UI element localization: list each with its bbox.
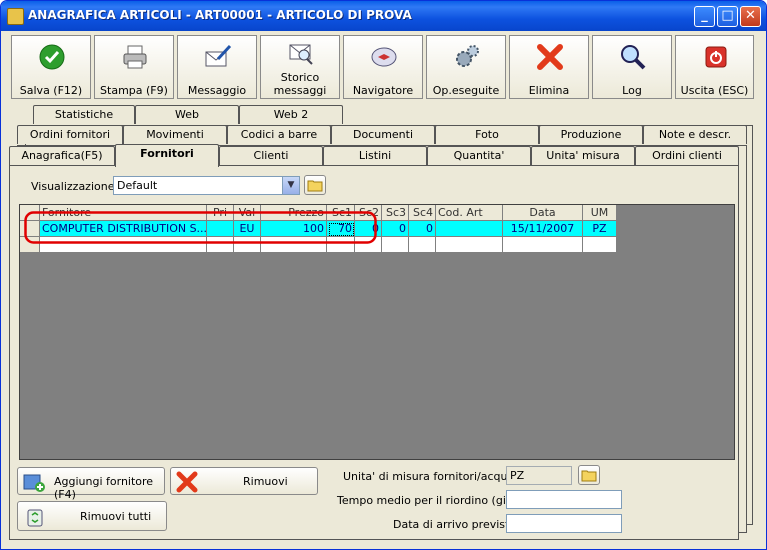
grid-cell[interactable]: 0 [409,221,436,237]
grid-cell[interactable]: 15/11/2007 [503,221,583,237]
printer-icon [123,45,147,69]
tab-produzione[interactable]: Produzione [539,125,643,144]
messaggio-label: Messaggio [187,84,247,97]
folder-icon [307,180,323,192]
maximize-icon: □ [721,8,734,23]
tab-note-e-descr[interactable]: Note e descr. [643,125,747,144]
power-icon [705,46,727,68]
envelope-search-icon [289,44,313,65]
tab-ordini-fornitori[interactable]: Ordini fornitori [17,125,123,144]
grid-cell-empty[interactable] [436,237,503,253]
magnifier-icon [621,45,646,70]
tab-listini[interactable]: Listini [323,146,427,165]
navigatore-label: Navigatore [352,84,414,97]
grid-cell-empty[interactable] [382,237,409,253]
visualizzazione-label: Visualizzazione : [31,180,122,193]
tab-quantita[interactable]: Quantita' [427,146,531,165]
grid-cell-empty[interactable] [583,237,617,253]
column-header[interactable]: Sc3 [382,205,409,221]
row-annotation-outline [24,211,377,244]
window-title: ANAGRAFICA ARTICOLI - ART00001 - ARTICOL… [28,8,412,22]
column-header[interactable]: UM [583,205,617,221]
rimuovi-tutti-label: Rimuovi tutti [80,510,152,523]
storico-messaggi-button[interactable]: Storico messaggi [260,35,340,99]
remove-x-icon [176,471,198,493]
op-eseguite-button[interactable]: Op.eseguite [426,35,506,99]
maximize-button[interactable]: □ [717,6,738,27]
check-icon [39,44,65,70]
column-header[interactable]: Data [503,205,583,221]
stampa-button[interactable]: Stampa (F9) [94,35,174,99]
aggiungi-fornitore-button[interactable]: Aggiungi fornitore (F4) [17,467,165,501]
close-button[interactable]: ✕ [740,6,761,27]
visualizzazione-select[interactable]: Default ▼ [113,176,300,195]
rimuovi-tutti-button[interactable]: Rimuovi tutti [17,501,167,531]
visualizzazione-value: Default [117,179,158,192]
delete-x-icon [537,44,563,70]
envelope-pen-icon [205,44,232,67]
grid-cell[interactable] [436,221,503,237]
elimina-button[interactable]: Elimina [509,35,589,99]
uscita-label: Uscita (ESC) [680,84,749,97]
data-arrivo-label: Data di arrivo prevista : [393,518,524,531]
aggiungi-fornitore-label: Aggiungi fornitore (F4) [54,475,154,501]
rimuovi-label: Rimuovi [243,475,288,488]
rimuovi-button[interactable]: Rimuovi [170,467,318,495]
tab-fornitori[interactable]: Fornitori [115,144,219,167]
storico-label: Storico messaggi [261,71,339,97]
tab-clienti[interactable]: Clienti [219,146,323,165]
data-arrivo-field[interactable] [506,514,622,533]
minimize-button[interactable]: _ [694,6,715,27]
close-icon: ✕ [745,8,756,23]
tab-documenti[interactable]: Documenti [331,125,435,144]
messaggio-button[interactable]: Messaggio [177,35,257,99]
gears-icon [456,45,479,67]
navigatore-button[interactable]: Navigatore [343,35,423,99]
storico-label-line1: Storico [280,71,320,84]
log-label: Log [622,84,642,97]
visualizzazione-folder-button[interactable] [304,175,326,195]
log-button[interactable]: Log [592,35,672,99]
tab-ordini-clienti[interactable]: Ordini clienti [635,146,739,165]
grid-cell-empty[interactable] [409,237,436,253]
minimize-icon: _ [701,8,708,23]
stampa-label: Stampa (F9) [100,84,168,97]
storico-label-line2: messaggi [273,84,327,97]
tab-anagrafica[interactable]: Anagrafica(F5) [9,146,115,165]
tab-codici-a-barre[interactable]: Codici a barre [227,125,331,144]
tab-statistiche[interactable]: Statistiche [33,105,135,124]
um-field[interactable]: PZ [506,466,572,485]
column-header[interactable]: Cod. Art [436,205,503,221]
app-window: ANAGRAFICA ARTICOLI - ART00001 - ARTICOL… [0,0,767,550]
compass-icon [371,47,397,67]
app-icon [7,8,24,25]
tab-unita-misura[interactable]: Unita' misura [531,146,635,165]
um-folder-button[interactable] [578,465,600,485]
toolbar: Salva (F12) Stampa (F9) Messaggio Storic… [9,35,754,99]
grid-cell[interactable]: PZ [583,221,617,237]
add-supplier-icon [23,474,45,492]
tab-movimenti[interactable]: Movimenti [123,125,227,144]
grid-cell[interactable]: 0 [382,221,409,237]
salva-button[interactable]: Salva (F12) [11,35,91,99]
column-header[interactable]: Sc4 [409,205,436,221]
fornitori-grid[interactable]: Fornitore Pri Val Prezzo Sc1 Sc2 Sc3 Sc4 Cod. Ar… [19,204,735,460]
chevron-down-icon[interactable]: ▼ [282,177,299,194]
tab-web[interactable]: Web [135,105,239,124]
tempo-field[interactable] [506,490,622,509]
tab-foto[interactable]: Foto [435,125,539,144]
uscita-button[interactable]: Uscita (ESC) [675,35,754,99]
tab-web-2[interactable]: Web 2 [239,105,343,124]
grid-cell-empty[interactable] [503,237,583,253]
folder-icon [581,470,597,482]
title-bar[interactable]: ANAGRAFICA ARTICOLI - ART00001 - ARTICOL… [1,1,766,31]
elimina-label: Elimina [528,84,570,97]
op-eseguite-label: Op.eseguite [432,84,500,97]
salva-label: Salva (F12) [19,84,83,97]
recycle-bin-icon [27,509,43,527]
